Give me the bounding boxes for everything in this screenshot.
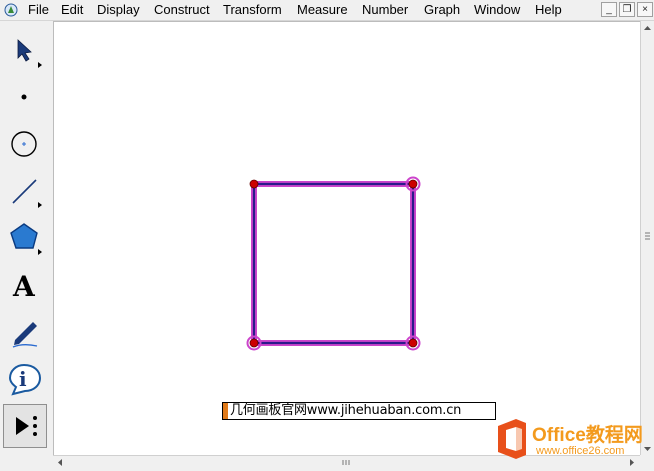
menu-number[interactable]: Number bbox=[362, 2, 408, 18]
text-a-icon: A bbox=[12, 270, 36, 303]
compass-tool[interactable] bbox=[3, 122, 47, 166]
vertex-point-bottom-left[interactable] bbox=[249, 338, 259, 348]
svg-text:A: A bbox=[12, 270, 36, 303]
toolbox: A i bbox=[0, 21, 51, 458]
scroll-up-icon bbox=[644, 26, 651, 30]
point-highlights bbox=[246, 176, 421, 351]
menu-edit[interactable]: Edit bbox=[61, 2, 83, 18]
svg-text:i: i bbox=[19, 367, 27, 391]
marker-pen-icon bbox=[12, 322, 38, 348]
marker-tool[interactable] bbox=[3, 309, 47, 353]
straightedge-tool[interactable] bbox=[3, 169, 47, 213]
vertical-scrollbar[interactable] bbox=[640, 21, 654, 455]
vertical-scroll-arrows bbox=[644, 26, 651, 451]
menu-window[interactable]: Window bbox=[474, 2, 520, 18]
square-construction bbox=[246, 176, 421, 351]
office26-watermark: Office教程网 www.office26.com bbox=[490, 414, 654, 464]
sketchpad-app-icon[interactable] bbox=[4, 3, 18, 17]
scroll-grip-icon bbox=[342, 460, 350, 465]
arrow-tool[interactable] bbox=[3, 29, 47, 73]
arrow-icon bbox=[17, 39, 42, 68]
menu-file[interactable]: File bbox=[28, 2, 49, 18]
square-highlight bbox=[251, 181, 416, 346]
office-logo-icon bbox=[498, 419, 526, 459]
menu-display[interactable]: Display bbox=[97, 2, 140, 18]
custom-tools[interactable] bbox=[3, 404, 47, 448]
scroll-left-icon bbox=[58, 459, 62, 466]
text-tool[interactable]: A bbox=[3, 263, 47, 307]
segment-icon bbox=[12, 179, 42, 208]
watermark-url: www.office26.com bbox=[536, 445, 625, 457]
polygon-tool[interactable] bbox=[3, 216, 47, 260]
caption-accent-bar bbox=[223, 403, 228, 419]
menu-graph[interactable]: Graph bbox=[424, 2, 460, 18]
polygon-icon bbox=[10, 223, 42, 255]
sketch-canvas[interactable] bbox=[53, 21, 640, 455]
menu-help[interactable]: Help bbox=[535, 2, 562, 18]
menu-bar: File Edit Display Construct Transform Me… bbox=[0, 0, 654, 21]
menu-construct[interactable]: Construct bbox=[154, 2, 210, 18]
menu-measure[interactable]: Measure bbox=[297, 2, 348, 18]
watermark-title: Office教程网 bbox=[532, 425, 643, 446]
custom-tools-icon bbox=[16, 416, 37, 436]
vertex-point-top-left[interactable] bbox=[249, 179, 259, 189]
menu-transform[interactable]: Transform bbox=[223, 2, 282, 18]
scroll-grip-icon bbox=[645, 232, 650, 240]
point-icon bbox=[21, 94, 27, 100]
vertex-point-top-right[interactable] bbox=[408, 179, 418, 189]
restore-button[interactable]: ❐ bbox=[619, 2, 635, 17]
circle-icon bbox=[11, 131, 37, 157]
minimize-button[interactable]: _ bbox=[601, 2, 617, 17]
caption-box[interactable]: 几何画板官网www.jihehuaban.com.cn bbox=[222, 402, 496, 420]
caption-text: 几何画板官网www.jihehuaban.com.cn bbox=[230, 403, 462, 418]
information-tool[interactable]: i bbox=[3, 356, 47, 400]
vertex-point-bottom-right[interactable] bbox=[408, 338, 418, 348]
info-icon: i bbox=[8, 363, 42, 396]
point-tool[interactable] bbox=[3, 75, 47, 119]
square-segments[interactable] bbox=[252, 182, 415, 345]
close-button[interactable]: × bbox=[637, 2, 653, 17]
